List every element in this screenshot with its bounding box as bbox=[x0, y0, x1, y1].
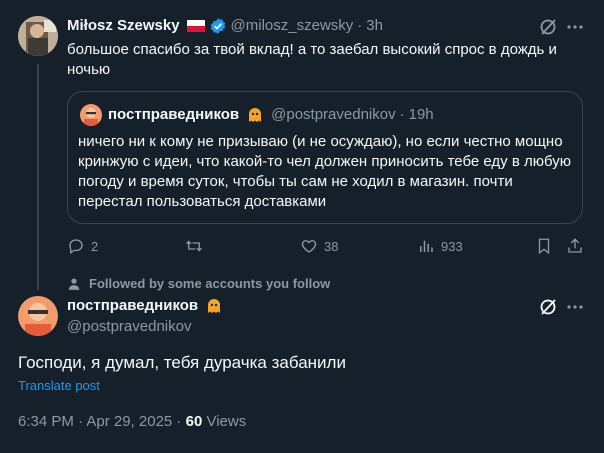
verified-badge-icon bbox=[209, 17, 227, 35]
parent-text-line: ночью bbox=[67, 61, 111, 78]
retweet-icon bbox=[185, 237, 203, 255]
poland-flag-icon bbox=[186, 20, 205, 32]
bookmark-icon[interactable] bbox=[535, 237, 553, 255]
parent-separator: · bbox=[357, 17, 363, 34]
main-views-count: 60 bbox=[185, 413, 203, 430]
quoted-separator: · bbox=[399, 106, 405, 123]
like-icon bbox=[300, 237, 318, 255]
like-count: 38 bbox=[324, 238, 339, 254]
quoted-text-line: ничего ни к кому не призываю (и не осужд… bbox=[78, 133, 563, 150]
more-icon[interactable] bbox=[565, 17, 585, 37]
share-icon[interactable] bbox=[566, 237, 584, 255]
ghost-emoji-icon bbox=[246, 106, 264, 124]
thread-line bbox=[37, 64, 39, 290]
parent-author-name[interactable]: Miłosz Szewsky bbox=[67, 16, 180, 36]
grok-icon[interactable] bbox=[538, 297, 558, 317]
social-context: Followed by some accounts you follow bbox=[89, 276, 331, 291]
parent-handle[interactable]: @milosz_szewsky bbox=[231, 16, 354, 36]
ghost-emoji-icon bbox=[205, 297, 223, 315]
like-button[interactable]: 38 bbox=[300, 237, 338, 255]
quoted-time[interactable]: 19h bbox=[409, 105, 434, 125]
main-author-name[interactable]: постправедников bbox=[67, 296, 198, 316]
translate-link[interactable]: Translate post bbox=[18, 378, 100, 393]
quoted-text-line: кринжую с идеи, что какой-то чел должен … bbox=[78, 153, 571, 170]
more-icon[interactable] bbox=[565, 297, 585, 317]
quoted-handle[interactable]: @postpravednikov bbox=[271, 105, 395, 125]
parent-time[interactable]: 3h bbox=[366, 16, 383, 36]
parent-text-line: большое спасибо за твой вклад! а то заеб… bbox=[67, 41, 557, 58]
quoted-text-line: перестал пользоваться доставками bbox=[78, 193, 327, 210]
quoted-text-line: погоду и время суток, чтобы ты сам не хо… bbox=[78, 173, 513, 190]
main-timestamp[interactable]: 6:34 PM · Apr 29, 2025 · bbox=[18, 413, 181, 430]
reply-count: 2 bbox=[91, 238, 99, 254]
reply-icon bbox=[67, 237, 85, 255]
quoted-author-name[interactable]: постправедников bbox=[108, 105, 239, 125]
person-icon bbox=[67, 277, 81, 291]
views-button[interactable]: 933 bbox=[417, 237, 463, 255]
grok-icon[interactable] bbox=[538, 17, 558, 37]
views-count: 933 bbox=[441, 238, 463, 254]
main-views-label: Views bbox=[206, 413, 247, 430]
main-avatar[interactable] bbox=[18, 296, 58, 336]
retweet-button[interactable] bbox=[185, 237, 209, 255]
views-icon bbox=[417, 237, 435, 255]
reply-button[interactable]: 2 bbox=[67, 237, 98, 255]
main-handle[interactable]: @postpravednikov bbox=[67, 317, 191, 337]
parent-avatar[interactable] bbox=[18, 16, 58, 56]
quoted-avatar[interactable] bbox=[80, 104, 102, 126]
main-text: Господи, я думал, тебя дурачка забанили bbox=[18, 353, 346, 372]
